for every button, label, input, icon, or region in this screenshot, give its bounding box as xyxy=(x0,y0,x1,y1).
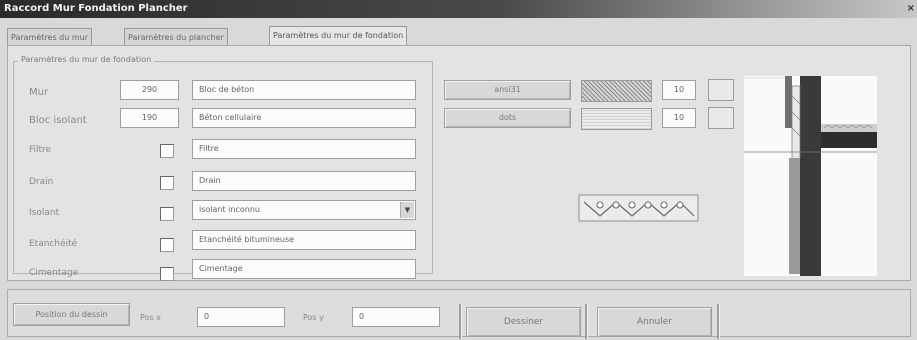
tab-parametres-mur-fondation[interactable]: Paramètres du mur de fondation xyxy=(269,26,408,46)
separator xyxy=(459,304,462,339)
cimentage-checkbox[interactable] xyxy=(160,267,174,281)
window-title: Raccord Mur Fondation Plancher xyxy=(4,3,188,14)
hatch-color-swatch-1[interactable] xyxy=(708,79,734,101)
hatch-color-swatch-2[interactable] xyxy=(708,107,734,129)
wall-detail-preview xyxy=(744,76,877,276)
title-bar: Raccord Mur Fondation Plancher × xyxy=(0,0,917,18)
cimentage-material-input[interactable]: Cimentage xyxy=(192,259,416,279)
hatch-scale-input-1[interactable]: 10 xyxy=(662,80,696,100)
pos-x-input[interactable]: 0 xyxy=(197,307,285,327)
mur-label: Mur xyxy=(29,87,49,98)
filtre-material-input[interactable]: Filtre xyxy=(192,139,416,159)
pos-x-label: Pos x xyxy=(140,313,161,322)
hatch-preview-2 xyxy=(581,108,652,130)
hatch-pattern-button-2[interactable]: dots xyxy=(444,108,571,128)
filtre-label: Filtre xyxy=(29,145,52,155)
separator xyxy=(717,304,720,339)
tab-parametres-mur[interactable]: Paramètres du mur xyxy=(7,28,92,46)
dessiner-button[interactable]: Dessiner xyxy=(466,307,581,337)
etancheite-label: Etanchéité xyxy=(29,239,78,249)
hatch-pattern-button-1[interactable]: ansi31 xyxy=(444,80,571,100)
pos-y-input[interactable]: 0 xyxy=(352,307,440,327)
hatch-preview-1 xyxy=(581,80,652,102)
drain-checkbox[interactable] xyxy=(160,176,174,190)
mur-material-input[interactable]: Bloc de béton xyxy=(192,80,416,100)
tab-parametres-plancher[interactable]: Paramètres du plancher xyxy=(124,28,228,46)
pos-y-label: Pos y xyxy=(303,313,324,322)
drain-label: Drain xyxy=(29,177,54,187)
etancheite-checkbox[interactable] xyxy=(160,238,174,252)
cimentage-label: Cimentage xyxy=(29,268,79,278)
drain-material-input[interactable]: Drain xyxy=(192,171,416,191)
chevron-down-icon[interactable]: ▼ xyxy=(400,202,414,218)
isolant-selected-value: isolant inconnu xyxy=(199,205,260,214)
filtre-checkbox[interactable] xyxy=(160,144,174,158)
bloc-isolant-material-input[interactable]: Béton cellulaire xyxy=(192,108,416,128)
bloc-isolant-thickness-input[interactable]: 190 xyxy=(120,108,179,128)
etancheite-material-input[interactable]: Etanchéité bitumineuse xyxy=(192,230,416,250)
group-title: Paramètres du mur de fondation xyxy=(18,55,155,64)
close-icon[interactable]: × xyxy=(907,0,915,18)
bloc-isolant-label: Bloc isolant xyxy=(29,115,87,126)
position-du-dessin-button[interactable]: Position du dessin xyxy=(13,303,130,326)
isolant-label: Isolant xyxy=(29,208,60,218)
isolant-select[interactable]: isolant inconnu ▼ xyxy=(192,200,416,220)
isolant-checkbox[interactable] xyxy=(160,207,174,221)
mur-thickness-input[interactable]: 290 xyxy=(120,80,179,100)
insulation-pattern-preview xyxy=(578,194,699,222)
separator xyxy=(585,304,588,339)
annuler-button[interactable]: Annuler xyxy=(597,307,712,337)
hatch-scale-input-2[interactable]: 10 xyxy=(662,108,696,128)
